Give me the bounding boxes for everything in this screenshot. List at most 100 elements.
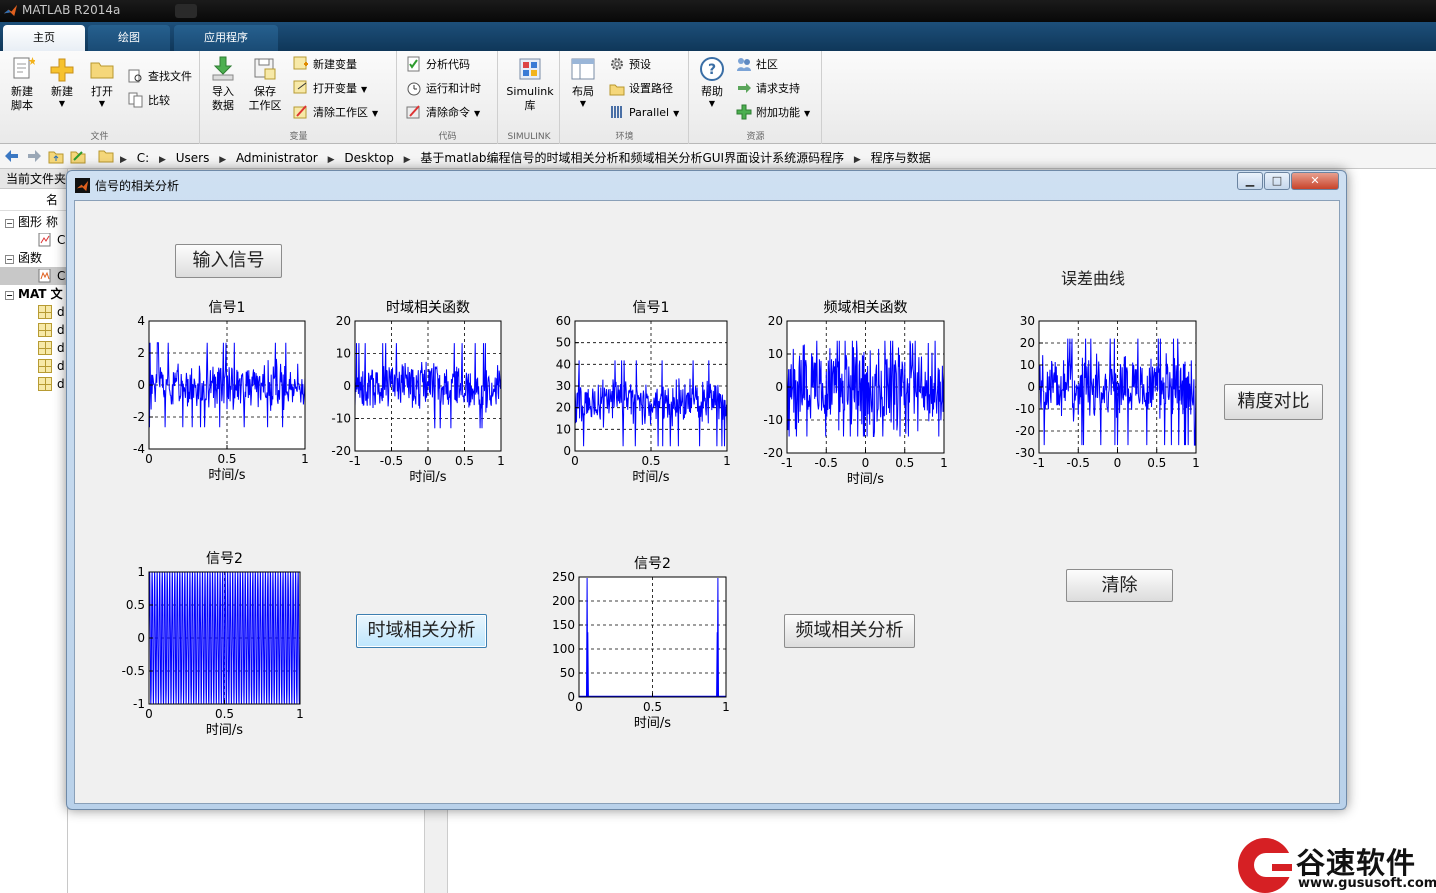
- x-tick-label: 0.5: [1147, 456, 1166, 470]
- close-button[interactable]: ✕: [1291, 172, 1339, 190]
- tree-item[interactable]: d: [57, 375, 65, 393]
- breadcrumb-desktop[interactable]: Desktop: [344, 151, 394, 165]
- y-tick-label: -10: [331, 412, 351, 426]
- clear-workspace-button[interactable]: 清除工作区 ▼: [293, 103, 378, 123]
- new-label: 新建: [51, 85, 73, 98]
- tree-item-selected[interactable]: C: [0, 267, 68, 285]
- y-tick-label: 20: [556, 401, 571, 415]
- input-signal-button[interactable]: 输入信号: [175, 244, 282, 278]
- simulink-library-label: Simulink 库: [506, 85, 554, 112]
- x-tick-label: 1: [1192, 456, 1200, 470]
- community-label: 社区: [756, 58, 778, 71]
- frequency-correlation-plot[interactable]: -1 -0.5 0 0.5 1-20-1001020时间/s频域相关函数: [763, 300, 947, 493]
- help-label: 帮助: [701, 85, 723, 98]
- title-bar-widget: [175, 4, 197, 18]
- signal2-time-plot[interactable]: 0 0.5 1 -1 -0.5 0 0.5 1 时间/s 信号2: [122, 551, 304, 744]
- new-button[interactable]: 新建 ▼: [44, 55, 80, 109]
- y-tick-label: 10: [336, 347, 351, 361]
- tree-item[interactable]: d: [57, 339, 65, 357]
- tab-plots[interactable]: 绘图: [88, 25, 170, 51]
- request-support-button[interactable]: 请求支持: [736, 79, 800, 99]
- x-tick-label: 0: [145, 707, 153, 721]
- file-group-label: 文件: [90, 132, 109, 142]
- frequency-domain-correlation-button[interactable]: 频域相关分析: [784, 614, 915, 648]
- collapse-icon[interactable]: −: [5, 255, 14, 264]
- minimize-button[interactable]: ▁: [1237, 172, 1263, 190]
- tree-group-functions[interactable]: − 函数: [5, 249, 42, 267]
- find-files-button[interactable]: 查找文件: [128, 67, 192, 87]
- breadcrumb-project-folder[interactable]: 基于matlab编程信号的时域相关分析和频域相关分析GUI界面设计系统源码程序: [420, 151, 844, 165]
- tree-item[interactable]: d: [57, 357, 65, 375]
- new-variable-button[interactable]: 新建变量: [293, 55, 357, 75]
- accuracy-comparison-button[interactable]: 精度对比: [1224, 384, 1323, 420]
- time-correlation-plot[interactable]: -1 -0.5 0 0.5 1-20-1001020时间/s时域相关函数: [331, 300, 504, 491]
- breadcrumb-drive[interactable]: C:: [137, 151, 149, 165]
- breadcrumb-separator-icon: ▶: [853, 155, 861, 165]
- signal1-time-plot[interactable]: 0 0.5 1 -4 -2 0 2 4 时间/s 信号1: [125, 300, 309, 489]
- ribbon-tab-strip: 主页 绘图 应用程序: [0, 22, 1436, 51]
- analyze-code-button[interactable]: 分析代码: [406, 55, 470, 75]
- layout-button[interactable]: 布局 ▼: [565, 55, 601, 109]
- y-tick-label: -0.5: [122, 664, 145, 678]
- tree-item[interactable]: d: [57, 303, 65, 321]
- open-variable-icon: [293, 80, 307, 94]
- help-button[interactable]: ? 帮助 ▼: [694, 55, 730, 109]
- figure-window: 信号的相关分析 ▁ □ ✕ 输入信号 时域相关分析 频域相关分析 精度对比 清除…: [66, 170, 1347, 810]
- clear-commands-label: 清除命令: [426, 106, 470, 119]
- open-variable-button[interactable]: 打开变量 ▼: [293, 79, 367, 99]
- set-path-label: 设置路径: [629, 82, 673, 95]
- tab-apps[interactable]: 应用程序: [174, 25, 278, 51]
- tree-group-mat-files[interactable]: − MAT 文: [5, 285, 63, 303]
- y-tick-label: 0: [137, 378, 145, 392]
- time-domain-correlation-button[interactable]: 时域相关分析: [356, 614, 487, 648]
- collapse-icon[interactable]: −: [5, 219, 14, 228]
- signal2-frequency-plot[interactable]: 0 0.5 1 0 50 100 150 200 250 时间/s 信号2: [552, 556, 730, 737]
- breadcrumb-administrator[interactable]: Administrator: [236, 151, 318, 165]
- forward-arrow-icon[interactable]: [26, 148, 42, 164]
- tree-item-label: C: [57, 269, 66, 283]
- name-column-header[interactable]: 名称: [0, 189, 67, 229]
- tree-item[interactable]: d: [57, 321, 65, 339]
- error-curve-plot[interactable]: -1 -0.5 0 0.5 1-30-20-100102030: [1015, 314, 1199, 493]
- breadcrumb-data-folder[interactable]: 程序与数据: [871, 151, 931, 165]
- collapse-icon[interactable]: −: [5, 291, 14, 300]
- simulink-library-button[interactable]: Simulink 库: [505, 55, 555, 113]
- breadcrumb-users[interactable]: Users: [176, 151, 210, 165]
- signal1-frequency-plot[interactable]: 0 0.5 10102030405060时间/s信号1: [551, 300, 731, 491]
- preferences-button[interactable]: 预设: [609, 55, 651, 75]
- save-workspace-button[interactable]: 保存 工作区: [245, 55, 285, 113]
- x-tick-label: 1: [722, 700, 730, 714]
- find-files-icon: [128, 69, 142, 83]
- x-tick-label: 0.5: [895, 456, 914, 470]
- m-file-icon: [38, 269, 51, 283]
- back-arrow-icon[interactable]: [4, 148, 20, 164]
- community-button[interactable]: 社区: [736, 55, 778, 75]
- maximize-button[interactable]: □: [1264, 172, 1290, 190]
- y-tick-label: 0: [343, 379, 351, 393]
- mat-file-icon: [38, 377, 52, 391]
- y-tick-label: -20: [331, 444, 351, 458]
- new-variable-icon: [293, 56, 308, 70]
- import-data-button[interactable]: 导入 数据: [205, 55, 241, 113]
- parallel-button[interactable]: Parallel ▼: [609, 103, 679, 123]
- y-tick-label: 0.5: [126, 598, 145, 612]
- addons-button[interactable]: 附加功能 ▼: [736, 103, 810, 123]
- file-group: 新建 脚本 新建 ▼ 打开 ▼ 查找文件 比较 文件: [0, 51, 200, 144]
- up-folder-icon[interactable]: [48, 148, 64, 164]
- y-tick-label: -1: [133, 697, 145, 711]
- clear-button[interactable]: 清除: [1066, 569, 1173, 602]
- browse-folder-icon[interactable]: [70, 148, 86, 164]
- save-workspace-label: 保存 工作区: [248, 85, 282, 112]
- clear-commands-button[interactable]: 清除命令 ▼: [406, 103, 480, 123]
- open-button[interactable]: 打开 ▼: [84, 55, 120, 109]
- tab-home[interactable]: 主页: [3, 25, 85, 51]
- compare-button[interactable]: 比较: [128, 91, 170, 111]
- breadcrumb-separator-icon: ▶: [120, 155, 127, 165]
- new-script-button[interactable]: 新建 脚本: [4, 55, 40, 113]
- tree-group-figures[interactable]: − 图形: [5, 213, 42, 231]
- x-tick-label: 0.5: [641, 454, 660, 468]
- run-and-time-button[interactable]: 运行和计时: [406, 79, 481, 99]
- panel-divider[interactable]: [424, 810, 448, 893]
- set-path-button[interactable]: 设置路径: [609, 79, 673, 99]
- request-support-icon: [738, 83, 751, 93]
